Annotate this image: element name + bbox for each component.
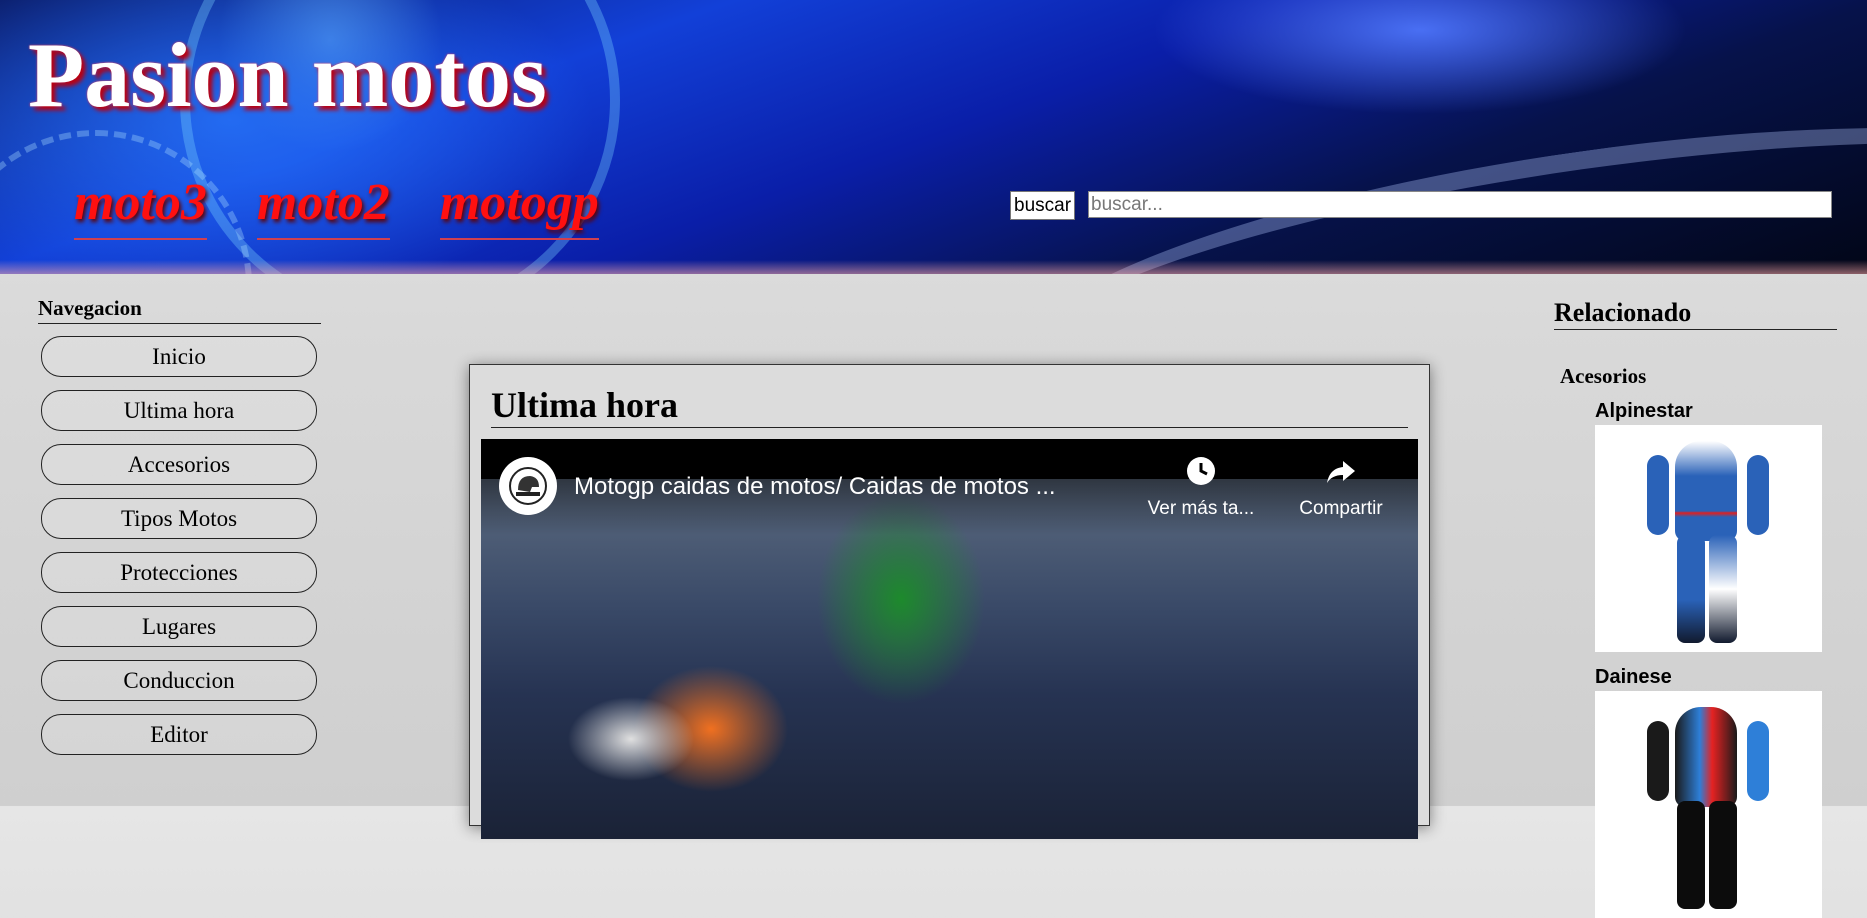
nav-list-item: Tipos Motos xyxy=(41,498,321,539)
suit-arm xyxy=(1647,721,1669,801)
product-name[interactable]: Alpinestar xyxy=(1595,400,1822,423)
suit-torso xyxy=(1675,441,1737,541)
nav-list-item: Accesorios xyxy=(41,444,321,485)
navigation-heading: Navegacion xyxy=(38,296,321,324)
nav-list-item: Conduccion xyxy=(41,660,321,701)
video-player[interactable]: Motogp caidas de motos/ Caidas de motos … xyxy=(481,439,1418,839)
share-button[interactable]: Compartir xyxy=(1281,455,1401,520)
product-card[interactable]: Alpinestar xyxy=(1595,400,1822,652)
nav-button-protecciones[interactable]: Protecciones xyxy=(41,552,317,593)
helmet-icon-graphic xyxy=(509,467,547,505)
watch-later-button[interactable]: Ver más ta... xyxy=(1141,455,1261,520)
suit-leg xyxy=(1709,535,1737,643)
watch-later-label: Ver más ta... xyxy=(1147,498,1255,519)
share-label: Compartir xyxy=(1299,498,1383,519)
suit-leg xyxy=(1677,801,1705,909)
helmet-icon[interactable] xyxy=(499,457,557,515)
top-nav: moto3 moto2 motogp xyxy=(74,168,649,240)
related-heading: Relacionado xyxy=(1554,298,1837,330)
video-title[interactable]: Motogp caidas de motos/ Caidas de motos … xyxy=(574,473,1114,501)
category-label: Acesorios xyxy=(1560,364,1647,388)
search-button[interactable]: buscar xyxy=(1010,191,1076,220)
nav-list-item: Lugares xyxy=(41,606,321,647)
clock-icon xyxy=(1141,455,1261,498)
suit-arm xyxy=(1747,721,1769,801)
racing-suit-image[interactable] xyxy=(1595,691,1822,918)
top-nav-link-moto2[interactable]: moto2 xyxy=(256,168,390,240)
nav-button-inicio[interactable]: Inicio xyxy=(41,336,317,377)
nav-button-conduccion[interactable]: Conduccion xyxy=(41,660,317,701)
suit-arm xyxy=(1647,455,1669,535)
racing-suit-image[interactable] xyxy=(1595,425,1822,652)
site-title: Pasion motos xyxy=(28,24,547,126)
share-arrow-icon xyxy=(1281,455,1401,498)
top-nav-link-moto3[interactable]: moto3 xyxy=(74,168,207,240)
site-header: Pasion motos moto3 moto2 motogp buscar xyxy=(0,0,1867,274)
product-name[interactable]: Dainese xyxy=(1595,666,1822,689)
product-card[interactable]: Dainese xyxy=(1595,666,1822,918)
nav-button-editor[interactable]: Editor xyxy=(41,714,317,755)
section-title: Ultima hora xyxy=(491,383,1408,428)
nav-list-item: Protecciones xyxy=(41,552,321,593)
search-box: buscar xyxy=(1010,191,1833,220)
related-sidebar: Relacionado Acesorios Alpinestar Dainese xyxy=(1554,298,1837,918)
nav-button-tipos-motos[interactable]: Tipos Motos xyxy=(41,498,317,539)
suit-torso xyxy=(1675,707,1737,807)
nav-button-lugares[interactable]: Lugares xyxy=(41,606,317,647)
nav-list-item: Ultima hora xyxy=(41,390,321,431)
suit-leg xyxy=(1677,535,1705,643)
nav-button-ultima-hora[interactable]: Ultima hora xyxy=(41,390,317,431)
nav-list-item: Inicio xyxy=(41,336,321,377)
navigation-list: Inicio Ultima hora Accesorios Tipos Moto… xyxy=(41,336,321,755)
left-navigation: Navegacion Inicio Ultima hora Accesorios… xyxy=(38,296,321,768)
nav-list-item: Editor xyxy=(41,714,321,755)
suit-leg xyxy=(1709,801,1737,909)
search-input[interactable] xyxy=(1088,191,1833,218)
header-light-streak xyxy=(986,67,1867,274)
nav-button-accesorios[interactable]: Accesorios xyxy=(41,444,317,485)
top-nav-link-motogp[interactable]: motogp xyxy=(439,168,599,240)
suit-arm xyxy=(1747,455,1769,535)
main-content: Ultima hora Motogp caidas de motos/ Caid… xyxy=(469,364,1430,839)
video-top-bar: Motogp caidas de motos/ Caidas de motos … xyxy=(481,439,1418,535)
